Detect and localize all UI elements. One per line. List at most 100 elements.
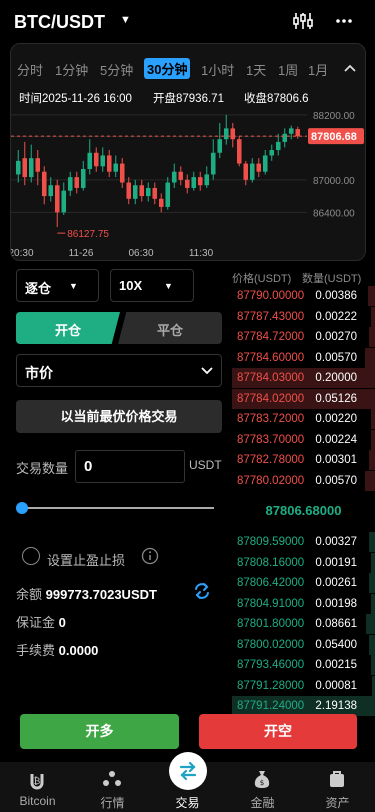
leverage-select[interactable]: 10X ▼ [110, 269, 194, 302]
nav-item-bitcoin[interactable]: ₿ Bitcoin [0, 762, 75, 812]
more-dots-icon[interactable] [333, 10, 355, 32]
orderbook-row-bid[interactable]: 87791.28000 0.00081 [232, 675, 375, 696]
candle-body [288, 128, 294, 134]
orderbook-row-ask[interactable]: 87782.78000 0.00301 [232, 450, 375, 470]
orderbook-qty: 0.00191 [315, 556, 357, 569]
orderbook-mid-price[interactable]: 87806.68000 [232, 503, 375, 518]
orderbook-qty: 0.00215 [315, 659, 357, 671]
timeframe-tab[interactable]: 1小时 [201, 60, 234, 79]
svg-text:₿: ₿ [34, 776, 41, 787]
x-tick-label: 06:30 [128, 248, 153, 259]
timeframe-tab[interactable]: 5分钟 [100, 60, 133, 79]
orderbook-price: 87809.59000 [237, 536, 305, 548]
orderbook-price: 87784.02000 [237, 392, 305, 405]
depth-bar [369, 573, 375, 593]
orderbook-row-ask[interactable]: 87787.43000 0.00222 [232, 306, 375, 327]
quantity-input[interactable]: 0 [75, 450, 185, 483]
tab-open-position[interactable]: 开仓 [16, 312, 120, 344]
orderbook-price: 87800.02000 [237, 638, 305, 651]
candle-body [15, 160, 21, 175]
orderbook-row-ask[interactable]: 87783.70000 0.00224 [232, 429, 375, 450]
timeframe-tab[interactable]: 1天 [246, 60, 266, 79]
orderbook-row-ask[interactable]: 87784.03000 0.20000 [232, 368, 375, 388]
orderbook-row-bid[interactable]: 87808.16000 0.00191 [232, 552, 375, 573]
timeframe-tab[interactable]: 1分钟 [55, 60, 88, 79]
orderbook-qty: 0.00386 [315, 290, 357, 302]
orderbook-price: 87808.16000 [237, 556, 305, 569]
fee-label: 手续费 [16, 643, 56, 658]
candle-body [132, 185, 138, 199]
timeframe-tabs: 分时 1分钟 5分钟 30分钟 1小时 1天 1周 1月 [11, 58, 365, 80]
y-tick-label: 86400.00 [313, 208, 355, 219]
orderbook-row-bid[interactable]: 87806.42000 0.00261 [232, 573, 375, 593]
open-long-button[interactable]: 开多 [20, 714, 179, 749]
candle-body [74, 177, 80, 188]
orderbook-row-bid[interactable]: 87800.02000 0.05400 [232, 634, 375, 655]
tpsl-radio[interactable] [22, 547, 40, 565]
margin-label: 保证金 [16, 615, 56, 630]
orderbook-row-bid[interactable]: 87801.80000 0.08661 [232, 614, 375, 634]
chevron-down-icon: ▼ [164, 281, 173, 291]
tab-close-label: 平仓 [156, 323, 183, 338]
candle-body [223, 128, 229, 140]
trading-pair-title[interactable]: BTC/USDT [14, 12, 105, 33]
orderbook-qty: 0.00270 [315, 331, 357, 343]
nav-item-assets[interactable]: 资产 [300, 762, 375, 812]
orderbook-price: 87784.60000 [237, 351, 305, 364]
candle-body [217, 139, 223, 153]
orderbook-row-ask[interactable]: 87784.72000 0.00270 [232, 327, 375, 347]
chevron-up-icon[interactable] [343, 62, 357, 76]
orderbook-qty: 0.00570 [315, 474, 357, 487]
candle-body [100, 155, 106, 167]
orderbook-qty: 2.19138 [315, 700, 357, 712]
candle-body [197, 177, 203, 186]
low-price-label: 86127.75 [67, 229, 109, 240]
depth-bar [369, 450, 375, 470]
orderbook-row-bid[interactable]: 87809.59000 0.00327 [232, 532, 375, 552]
timeframe-tab[interactable]: 分时 [17, 60, 43, 79]
orderbook-row-ask[interactable]: 87784.02000 0.05126 [232, 388, 375, 409]
orderbook-row-ask[interactable]: 87780.02000 0.00570 [232, 470, 375, 491]
orderbook-row-ask[interactable]: 87790.00000 0.00386 [232, 286, 375, 306]
chart-card: 分时 1分钟 5分钟 30分钟 1小时 1天 1周 1月 88200.00 878… [10, 43, 366, 261]
pair-dropdown-caret-icon[interactable]: ▼ [120, 14, 131, 26]
tab-close-position[interactable]: 平仓 [118, 312, 222, 344]
quantity-slider-handle[interactable] [16, 502, 28, 514]
orderbook-row-ask[interactable]: 87783.72000 0.00220 [232, 409, 375, 429]
margin-row: 保证金 0 [16, 612, 66, 631]
candlestick-chart[interactable]: 88200.0087800.0087000.0086400.0087806.68… [11, 84, 366, 261]
tpsl-label[interactable]: 设置止盈止损 [47, 550, 125, 569]
open-short-button[interactable]: 开空 [199, 714, 357, 749]
depth-bar [369, 634, 375, 655]
candle-body [158, 198, 164, 207]
sliders-icon[interactable] [292, 10, 314, 32]
quantity-slider-track[interactable] [22, 507, 214, 509]
candle-body [152, 187, 158, 199]
candle-body [282, 133, 288, 142]
orderbook-row-bid[interactable]: 87793.46000 0.00215 [232, 655, 375, 675]
nav-item-finance[interactable]: $ 金融 [225, 762, 300, 812]
timeframe-tab[interactable]: 1月 [308, 60, 328, 79]
candle-body [93, 152, 99, 167]
candle-body [210, 152, 216, 175]
orderbook-price: 87791.28000 [237, 679, 305, 692]
transfer-icon[interactable] [192, 581, 212, 601]
orderbook-row-bid[interactable]: 87791.24000 2.19138 [232, 696, 375, 716]
timeframe-tab-active[interactable]: 30分钟 [144, 58, 191, 79]
depth-bar [365, 347, 375, 368]
best-price-trade-button[interactable]: 以当前最优价格交易 [16, 400, 222, 433]
timeframe-tab[interactable]: 1周 [278, 60, 298, 79]
orderbook-row-bid[interactable]: 87804.91000 0.00198 [232, 593, 375, 614]
nav-trade-active-button[interactable] [169, 752, 207, 790]
info-icon[interactable] [141, 547, 159, 565]
order-type-select[interactable]: 市价 [16, 354, 222, 387]
orderbook-qty: 0.05126 [315, 392, 357, 405]
bitcoin-logo-icon: ₿ [30, 774, 44, 790]
margin-mode-select[interactable]: 逐仓 ▼ [16, 269, 99, 302]
nav-item-market[interactable]: 行情 [75, 762, 150, 812]
wallet-icon [330, 771, 344, 787]
orderbook-price: 87791.24000 [237, 700, 305, 712]
candle-body [275, 141, 281, 151]
market-icon [103, 771, 121, 786]
orderbook-row-ask[interactable]: 87784.60000 0.00570 [232, 347, 375, 368]
